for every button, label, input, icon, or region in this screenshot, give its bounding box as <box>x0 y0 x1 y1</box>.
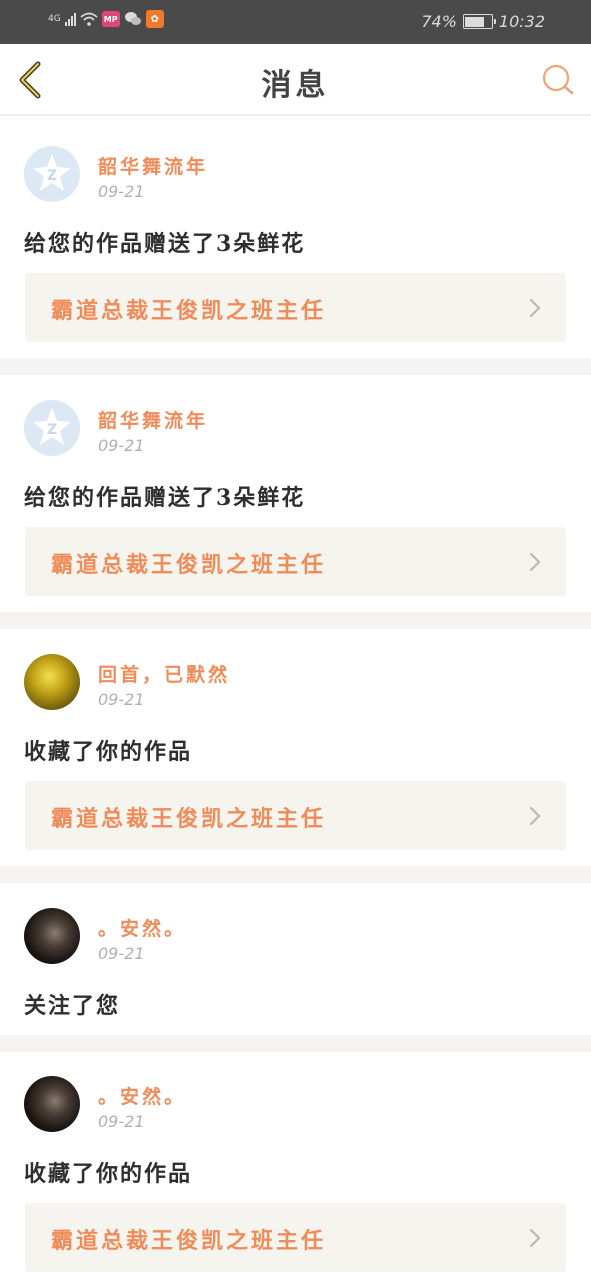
header: 消息 <box>0 44 591 116</box>
chevron-right-icon <box>529 806 541 826</box>
battery-percent: 74% <box>421 12 457 31</box>
work-card[interactable]: 霸道总裁王俊凯之班主任 <box>25 273 566 342</box>
qzone-app-icon: ✿ <box>145 10 164 28</box>
work-card[interactable]: 霸道总裁王俊凯之班主任 <box>25 527 566 596</box>
message-item: 回首，已默然 09-21 收藏了你的作品 霸道总裁王俊凯之班主任 <box>0 629 591 866</box>
signal-icon <box>64 12 76 26</box>
search-icon[interactable] <box>541 63 575 97</box>
qq-avatar-icon[interactable]: Z <box>24 146 80 202</box>
work-card[interactable]: 霸道总裁王俊凯之班主任 <box>25 1203 566 1272</box>
divider <box>0 358 591 375</box>
message-date: 09-21 <box>98 182 145 201</box>
battery-icon <box>462 14 496 29</box>
work-card[interactable]: 霸道总裁王俊凯之班主任 <box>25 781 566 850</box>
work-title: 霸道总裁王俊凯之班主任 <box>51 806 327 832</box>
chevron-right-icon <box>529 552 541 572</box>
message-date: 09-21 <box>98 944 145 963</box>
work-title: 霸道总裁王俊凯之班主任 <box>51 298 327 324</box>
message-date: 09-21 <box>98 436 145 455</box>
message-date: 09-21 <box>98 1112 145 1131</box>
work-title: 霸道总裁王俊凯之班主任 <box>51 1228 327 1254</box>
user-avatar[interactable] <box>24 1076 80 1132</box>
divider <box>0 612 591 629</box>
message-item: 。安然。 09-21 关注了您 <box>0 883 591 1035</box>
work-title: 霸道总裁王俊凯之班主任 <box>51 552 327 578</box>
clock: 10:32 <box>498 12 545 31</box>
svg-text:Z: Z <box>47 168 57 184</box>
user-avatar[interactable] <box>24 908 80 964</box>
divider <box>0 1035 591 1052</box>
svg-text:Z: Z <box>47 422 57 438</box>
status-bar: 4G MP ✿ 74% 10:32 <box>0 0 591 44</box>
mp-app-icon: MP <box>101 11 120 27</box>
message-action: 关注了您 <box>24 993 121 1019</box>
divider <box>0 866 591 883</box>
qq-avatar-icon[interactable]: Z <box>24 400 80 456</box>
message-action: 收藏了你的作品 <box>24 1161 193 1187</box>
chevron-right-icon <box>529 298 541 318</box>
username[interactable]: 。安然。 <box>98 914 186 941</box>
chevron-right-icon <box>529 1228 541 1248</box>
message-item: 。安然。 09-21 收藏了你的作品 霸道总裁王俊凯之班主任 <box>0 1052 591 1280</box>
message-item: Z 韶华舞流年 09-21 给您的作品赠送了3朵鲜花 霸道总裁王俊凯之班主任 <box>0 118 591 358</box>
page-title: 消息 <box>261 68 330 103</box>
network-type: 4G <box>48 13 61 24</box>
username[interactable]: 回首，已默然 <box>98 660 230 687</box>
message-action: 收藏了你的作品 <box>24 739 193 765</box>
wechat-icon <box>124 12 141 25</box>
username[interactable]: 。安然。 <box>98 1082 186 1109</box>
message-action: 给您的作品赠送了3朵鲜花 <box>24 485 306 511</box>
status-left-icons: 4G MP ✿ <box>48 10 164 28</box>
wifi-icon <box>80 12 98 26</box>
status-right: 74% 10:32 <box>421 12 545 31</box>
user-avatar[interactable] <box>24 654 80 710</box>
username[interactable]: 韶华舞流年 <box>98 406 208 433</box>
message-date: 09-21 <box>98 690 145 709</box>
message-item: Z 韶华舞流年 09-21 给您的作品赠送了3朵鲜花 霸道总裁王俊凯之班主任 <box>0 375 591 612</box>
message-action: 给您的作品赠送了3朵鲜花 <box>24 231 306 257</box>
username[interactable]: 韶华舞流年 <box>98 152 208 179</box>
